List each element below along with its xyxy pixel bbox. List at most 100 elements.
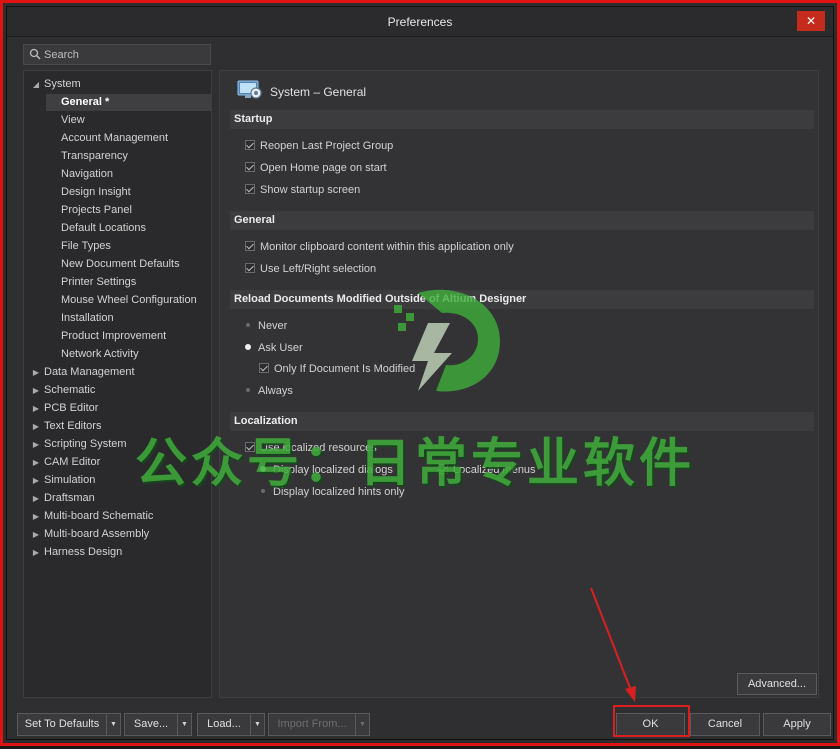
tree-item-simulation[interactable]: ▶ Simulation — [28, 472, 95, 489]
expand-arrow-icon[interactable]: ▶ — [28, 454, 44, 471]
tree-item-multi-board-assembly[interactable]: ▶ Multi-board Assembly — [28, 526, 149, 543]
show-startup-screen-checkbox[interactable]: Show startup screen — [245, 182, 360, 198]
checkbox-box[interactable] — [259, 363, 269, 373]
tree-item-label: Draftsman — [44, 492, 95, 504]
tree-item-mouse-wheel-configuration[interactable]: Mouse Wheel Configuration — [46, 292, 211, 309]
tree-item-printer-settings[interactable]: Printer Settings — [46, 274, 211, 291]
tree-item-pcb-editor[interactable]: ▶ PCB Editor — [28, 400, 99, 417]
cancel-button[interactable]: Cancel — [690, 713, 760, 736]
section-reload-documents: Reload Documents Modified Outside of Alt… — [230, 290, 814, 309]
reopen-last-project-checkbox[interactable]: Reopen Last Project Group — [245, 138, 393, 154]
advanced-button[interactable]: Advanced... — [737, 673, 817, 695]
option-label: Use Left/Right selection — [260, 263, 377, 275]
title-bar: Preferences ✕ — [7, 7, 833, 37]
radio-dot[interactable] — [243, 320, 253, 330]
import-from-button[interactable]: Import From... ▼ — [268, 713, 370, 736]
tree-item-label: System — [44, 78, 81, 90]
tree-item-default-locations[interactable]: Default Locations — [46, 220, 211, 237]
tree-item-multi-board-schematic[interactable]: ▶ Multi-board Schematic — [28, 508, 154, 525]
settings-panel: System – General Startup Reopen Last Pro… — [219, 70, 819, 698]
checkbox-box[interactable] — [245, 263, 255, 273]
tree-item-general[interactable]: General * — [46, 94, 211, 111]
dropdown-arrow-icon[interactable]: ▼ — [355, 714, 369, 735]
tree-item-transparency[interactable]: Transparency — [46, 148, 211, 165]
expand-arrow-icon[interactable]: ▶ — [28, 436, 44, 453]
tree-item-projects-panel[interactable]: Projects Panel — [46, 202, 211, 219]
section-startup: Startup — [230, 110, 814, 129]
checkbox-box[interactable] — [245, 241, 255, 251]
page-title: System – General — [270, 85, 367, 99]
tree-item-label: Text Editors — [44, 420, 102, 432]
expand-arrow-icon[interactable]: ▶ — [28, 472, 44, 489]
save-button[interactable]: Save... ▼ — [124, 713, 192, 736]
option-label: Ask User — [258, 342, 303, 354]
expand-arrow-icon[interactable]: ▶ — [28, 544, 44, 561]
ok-highlight-box — [613, 705, 690, 737]
reload-never-radio[interactable]: Never — [243, 318, 287, 334]
tree-item-label: Scripting System — [44, 438, 127, 450]
tree-item-harness-design[interactable]: ▶ Harness Design — [28, 544, 122, 561]
tree-item-design-insight[interactable]: Design Insight — [46, 184, 211, 201]
monitor-clipboard-checkbox[interactable]: Monitor clipboard content within this ap… — [245, 239, 514, 255]
preferences-window: Preferences ✕ Search ◢ System General * V… — [0, 0, 840, 746]
tree-item-scripting-system[interactable]: ▶ Scripting System — [28, 436, 127, 453]
search-placeholder: Search — [44, 49, 79, 61]
apply-button[interactable]: Apply — [763, 713, 831, 736]
window-title: Preferences — [387, 15, 453, 29]
set-to-defaults-button[interactable]: Set To Defaults ▼ — [17, 713, 121, 736]
tree-item-account-management[interactable]: Account Management — [46, 130, 211, 147]
tree-item-view[interactable]: View — [46, 112, 211, 129]
watermark-logo-icon — [394, 289, 500, 392]
tree-item-label: Multi-board Assembly — [44, 528, 150, 540]
option-label: Show startup screen — [260, 184, 361, 196]
tree-item-label: Harness Design — [44, 546, 123, 558]
dropdown-arrow-icon[interactable]: ▼ — [250, 714, 264, 735]
radio-dot[interactable] — [243, 385, 253, 395]
checkbox-box[interactable] — [245, 184, 255, 194]
tree-item-product-improvement[interactable]: Product Improvement — [46, 328, 211, 345]
expand-arrow-icon[interactable]: ▶ — [28, 508, 44, 525]
tree-item-installation[interactable]: Installation — [46, 310, 211, 327]
tree-item-file-types[interactable]: File Types — [46, 238, 211, 255]
button-label: Set To Defaults — [24, 718, 100, 730]
system-settings-icon — [237, 80, 262, 99]
tree-item-label: Multi-board Schematic — [44, 510, 154, 522]
tree-item-system[interactable]: ◢ System — [28, 76, 81, 93]
tree-item-text-editors[interactable]: ▶ Text Editors — [28, 418, 102, 435]
open-home-page-checkbox[interactable]: Open Home page on start — [245, 160, 387, 176]
tree-item-cam-editor[interactable]: ▶ CAM Editor — [28, 454, 100, 471]
tree-item-new-document-defaults[interactable]: New Document Defaults — [46, 256, 211, 273]
tree-item-label: Schematic — [44, 384, 96, 396]
search-input[interactable]: Search — [23, 44, 211, 65]
button-label: Save... — [133, 718, 169, 730]
reload-ask-user-radio[interactable]: Ask User — [243, 340, 303, 356]
expand-arrow-icon[interactable]: ▶ — [28, 526, 44, 543]
expand-arrow-icon[interactable]: ▶ — [28, 490, 44, 507]
load-button[interactable]: Load... ▼ — [197, 713, 265, 736]
dropdown-arrow-icon[interactable]: ▼ — [177, 714, 191, 735]
tree-item-navigation[interactable]: Navigation — [46, 166, 211, 183]
tree-item-label: CAM Editor — [44, 456, 101, 468]
expand-arrow-icon[interactable]: ▶ — [28, 382, 44, 399]
button-label: Load... — [207, 718, 241, 730]
option-label: Monitor clipboard content within this ap… — [260, 241, 514, 253]
dialog-frame: Preferences ✕ Search ◢ System General * V… — [6, 6, 834, 740]
tree-item-network-activity[interactable]: Network Activity — [46, 346, 211, 363]
option-label: Open Home page on start — [260, 162, 387, 174]
expand-arrow-icon[interactable]: ▶ — [28, 418, 44, 435]
dropdown-arrow-icon[interactable]: ▼ — [106, 714, 120, 735]
tree-item-schematic[interactable]: ▶ Schematic — [28, 382, 95, 399]
tree-item-label: PCB Editor — [44, 402, 99, 414]
button-label: Import From... — [277, 718, 347, 730]
expand-arrow-icon[interactable]: ▶ — [28, 400, 44, 417]
checkbox-box[interactable] — [245, 140, 255, 150]
checkbox-box[interactable] — [245, 162, 255, 172]
close-button[interactable]: ✕ — [797, 11, 825, 31]
radio-dot[interactable] — [243, 342, 253, 352]
tree-item-data-management[interactable]: ▶ Data Management — [28, 364, 135, 381]
collapse-arrow-icon[interactable]: ◢ — [28, 76, 44, 93]
reload-always-radio[interactable]: Always — [243, 383, 293, 399]
tree-item-draftsman[interactable]: ▶ Draftsman — [28, 490, 95, 507]
expand-arrow-icon[interactable]: ▶ — [28, 364, 44, 381]
left-right-selection-checkbox[interactable]: Use Left/Right selection — [245, 261, 376, 277]
